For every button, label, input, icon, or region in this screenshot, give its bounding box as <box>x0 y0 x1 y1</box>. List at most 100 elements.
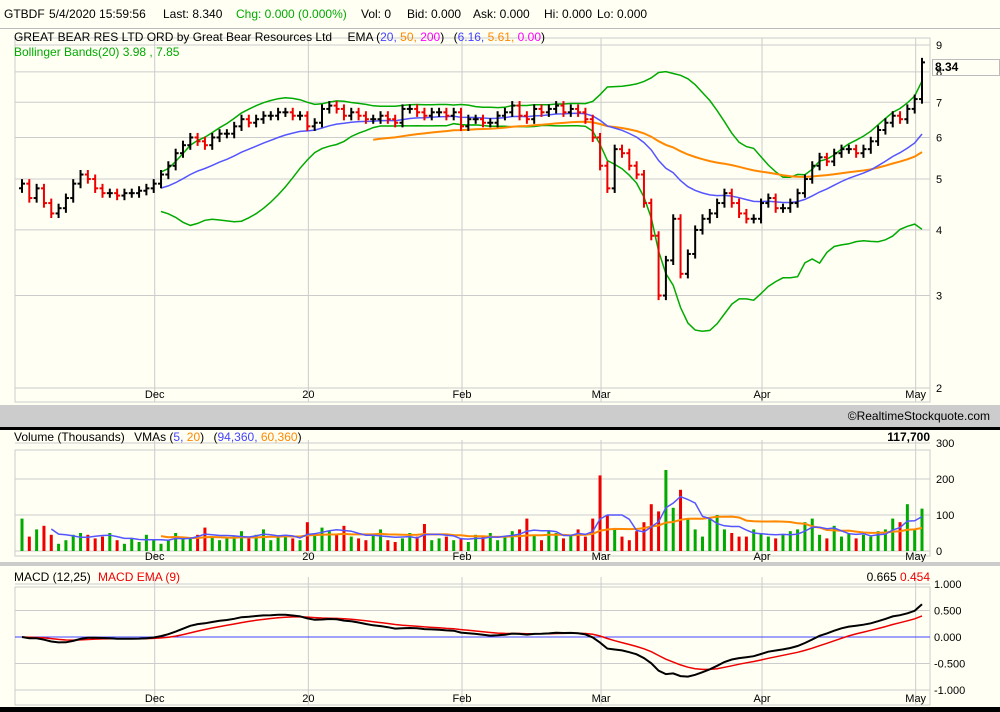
ohlc-bar <box>99 183 106 198</box>
volume-bar <box>349 536 353 551</box>
volume-bar <box>166 540 170 551</box>
ohlc-bar <box>333 101 340 114</box>
volume-bar <box>393 542 397 551</box>
ohlc-bar <box>106 188 113 198</box>
ohlc-bar <box>340 104 347 121</box>
volume-bar <box>422 524 426 551</box>
y-tick-label: 6 <box>936 132 942 144</box>
panel-frame <box>14 586 931 706</box>
ohlc-bar <box>714 198 721 219</box>
ohlc-bar <box>904 104 911 124</box>
vma-close: ) <box>200 430 205 444</box>
ohlc-bar <box>619 144 625 158</box>
ohlc-bar <box>297 111 304 121</box>
ohlc-bar <box>150 179 157 193</box>
y-tick-label: 2 <box>936 383 942 395</box>
ohlc-bar <box>494 111 501 128</box>
copyright[interactable]: ©RealtimeStockquote.com <box>848 409 990 423</box>
volume-bar <box>686 518 690 551</box>
ohlc-bar <box>33 183 40 203</box>
vma5-period: 5, <box>173 430 184 444</box>
volume-bar <box>642 522 646 551</box>
volume-bar <box>532 534 536 551</box>
ohlc-bar <box>253 114 260 128</box>
ohlc-bar <box>209 132 216 150</box>
volume-bar <box>225 538 229 551</box>
ohlc-bar <box>553 101 560 114</box>
ohlc-bar <box>62 193 69 213</box>
ohlc-bar <box>831 148 838 167</box>
ohlc-bar <box>779 203 786 213</box>
ohlc-bar <box>516 101 523 121</box>
last-volume: 117,700 <box>887 430 930 444</box>
ohlc-bar <box>670 214 677 265</box>
y-tick-label: -1.000 <box>934 685 965 697</box>
ohlc-bar <box>92 174 99 193</box>
y-tick-label: 300 <box>936 438 954 450</box>
ohlc-bar <box>143 183 150 196</box>
ohlc-bar <box>114 188 121 201</box>
volume-bar <box>583 536 587 551</box>
ohlc-bar <box>348 107 355 121</box>
volume-bar <box>700 536 704 551</box>
ohlc-bar <box>231 121 238 139</box>
x-tick-label: Feb <box>453 693 472 705</box>
x-tick-label: Apr <box>753 389 770 401</box>
volume-bar <box>540 540 544 551</box>
y-tick-label: 100 <box>936 510 954 522</box>
volume-bar <box>210 536 214 551</box>
volume-bar <box>474 534 478 551</box>
ema20-value: 6.16, <box>457 30 485 44</box>
volume-title: Volume (Thousands) <box>14 430 125 444</box>
volume-bar <box>276 536 280 551</box>
ohlc-bar <box>509 101 516 117</box>
volume-bar <box>371 534 375 551</box>
vma-values-close: ) <box>297 430 302 444</box>
volume-bar <box>64 540 68 551</box>
volume-bar <box>503 536 507 551</box>
volume-bar <box>744 536 748 551</box>
ohlc-bar <box>40 183 47 208</box>
bottom-border <box>0 707 1000 712</box>
volume-bar <box>869 536 873 551</box>
ema50-period: 50, <box>400 30 417 44</box>
volume-bar <box>781 534 785 551</box>
volume-bar <box>144 534 148 551</box>
y-tick-label: 9 <box>936 40 942 52</box>
ohlc-bar <box>384 111 391 124</box>
volume-bar <box>93 538 97 551</box>
ohlc-bar <box>853 144 860 158</box>
volume-bar <box>796 529 800 551</box>
volume-bar <box>861 534 865 551</box>
y-tick-label: 7 <box>936 97 942 109</box>
volume-bar <box>247 538 251 551</box>
volume-bar <box>891 518 895 551</box>
ohlc-bar <box>794 188 801 208</box>
ohlc-bar <box>684 249 691 279</box>
ohlc-bar <box>699 214 706 235</box>
volume-bar <box>203 527 207 551</box>
ema20-period: 20, <box>380 30 397 44</box>
volume-bar <box>20 518 24 551</box>
volume-bar <box>598 475 602 551</box>
macd-value: 0.665 <box>866 570 897 584</box>
volume-bar <box>261 529 265 551</box>
ohlc-bar <box>458 107 465 131</box>
volume-bar <box>715 515 719 551</box>
ema-values-close: ) <box>541 30 546 44</box>
ohlc-bar <box>48 198 55 219</box>
y-tick-label: 5 <box>936 174 942 186</box>
ohlc-bar <box>531 104 538 124</box>
ohlc-bar <box>19 179 25 193</box>
x-tick-label: May <box>905 693 926 705</box>
y-tick-label: 4 <box>936 225 942 237</box>
volume-bar <box>496 540 500 551</box>
macd-signal-line <box>21 615 923 671</box>
volume-bar <box>130 538 134 551</box>
volume-legend: Volume (Thousands) VMAs (5, 20) (94,360,… <box>14 430 302 444</box>
macd-values: 0.665 0.454 <box>867 570 930 584</box>
ohlc-bar <box>567 104 574 117</box>
ohlc-bar <box>736 198 743 219</box>
macd-title: MACD (12,25) <box>14 570 91 584</box>
ohlc-bar <box>604 161 611 193</box>
